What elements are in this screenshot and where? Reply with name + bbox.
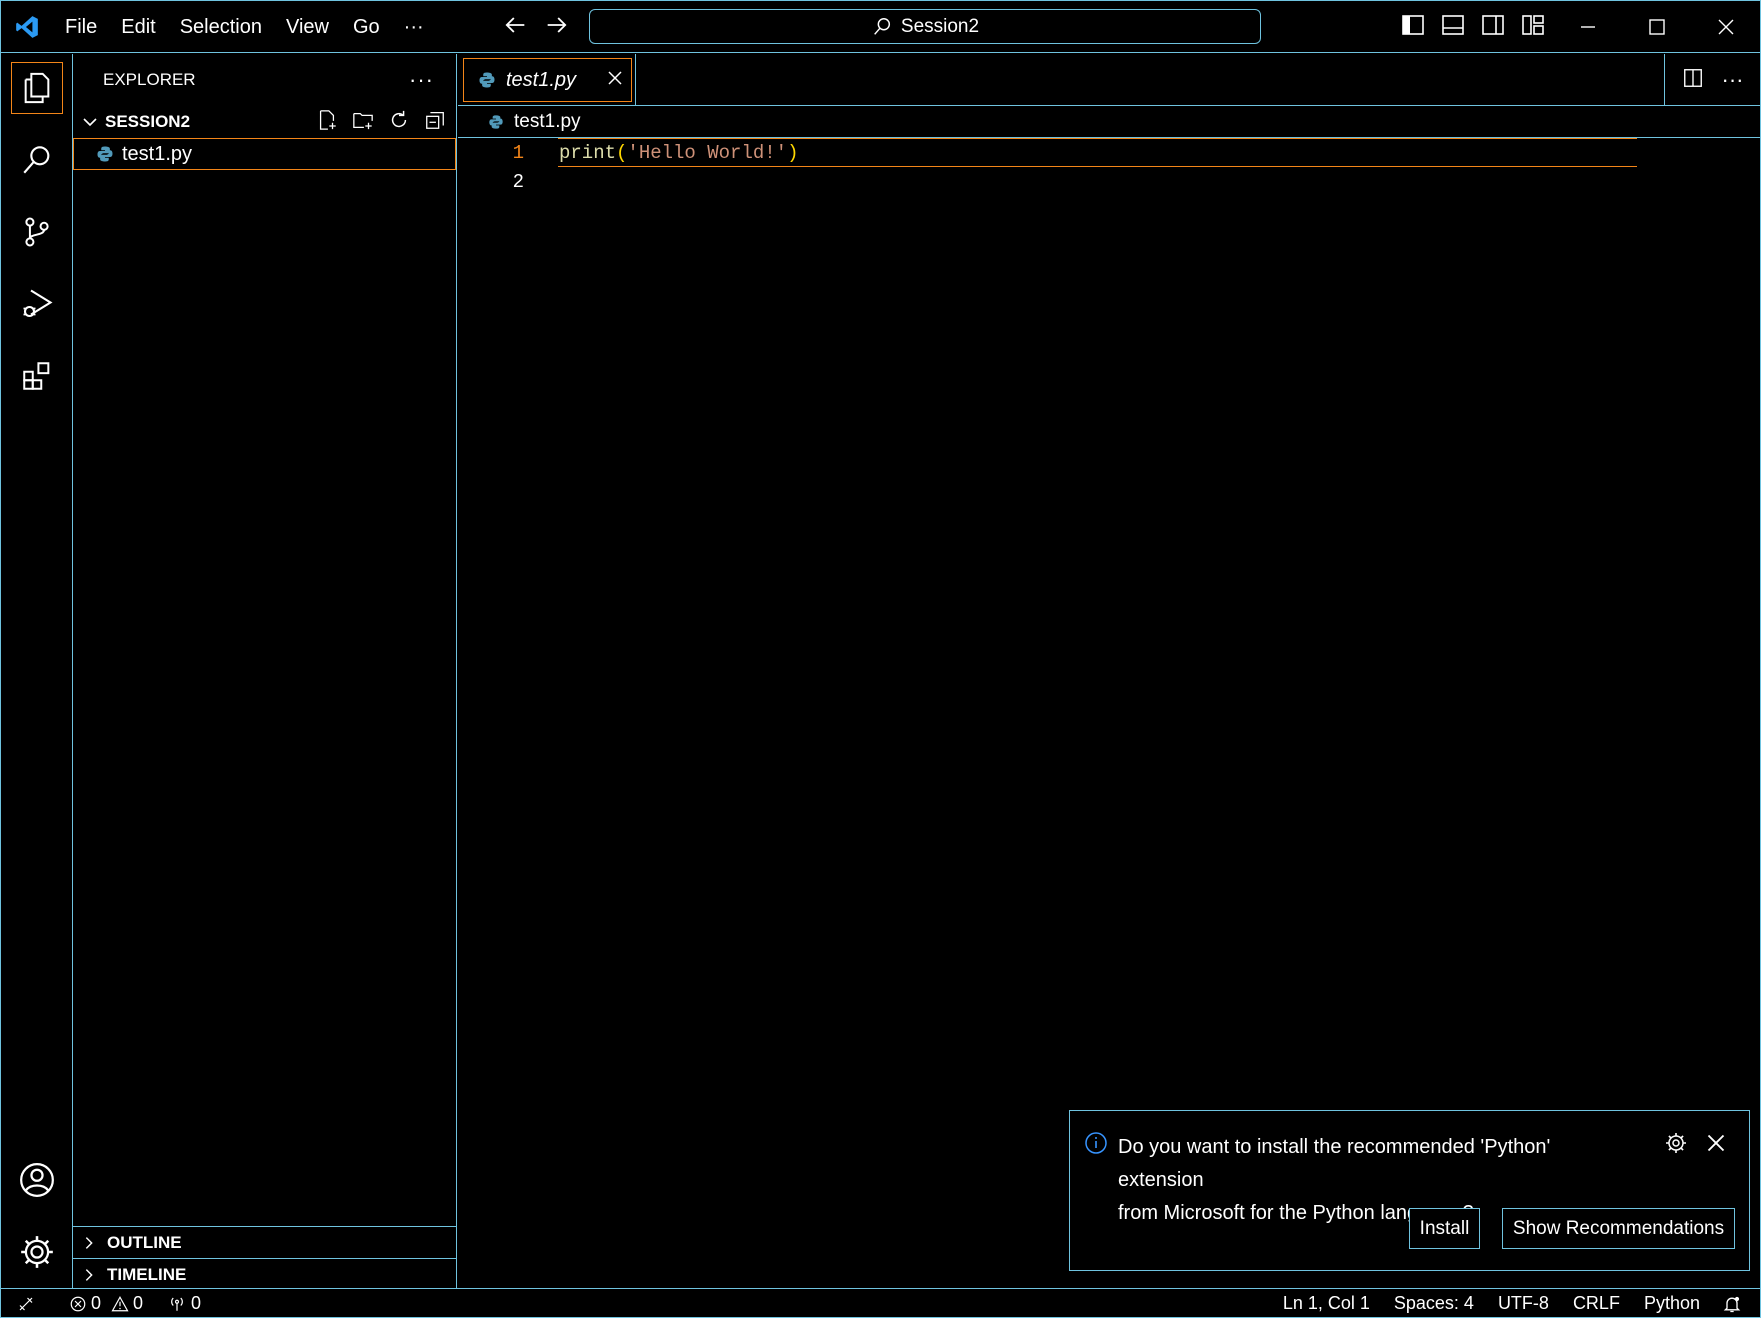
ports-count: 0 [191,1293,202,1313]
collapse-all-icon[interactable] [424,109,446,136]
install-button[interactable]: Install [1409,1208,1480,1249]
menu-go[interactable]: Go [341,1,392,53]
explorer-title: EXPLORER [103,70,196,89]
menu-bar: File Edit Selection View Go ··· [53,1,436,53]
close-window-icon[interactable] [1691,1,1760,53]
accounts-icon[interactable] [11,1154,63,1206]
status-bar: 0 0 0 Ln 1, Col 1 Spaces: 4 UTF-8 CRLF P… [1,1288,1760,1318]
manage-gear-icon[interactable] [11,1226,63,1278]
show-recommendations-button[interactable]: Show Recommendations [1502,1208,1735,1249]
window-controls [1553,1,1760,53]
menu-file[interactable]: File [53,1,109,53]
more-actions-icon[interactable]: ··· [409,67,434,93]
timeline-label: TIMELINE [107,1264,187,1284]
refresh-icon[interactable] [388,109,410,136]
notifications-bell-icon[interactable] [1712,1294,1760,1314]
python-file-icon [97,146,113,162]
editor-actions: ··· [1664,54,1760,106]
folder-name: SESSION2 [105,112,191,131]
explorer-icon[interactable] [11,62,63,114]
error-count: 0 [91,1293,102,1313]
notification-settings-gear-icon[interactable] [1664,1131,1688,1160]
nav-buttons [501,11,571,44]
chevron-right-icon [85,1236,93,1249]
menu-edit[interactable]: Edit [109,1,167,53]
line-number: 2 [512,170,524,193]
code-editor[interactable]: 1 print('Hello World!') 2 [458,138,1760,196]
info-icon [1084,1131,1108,1160]
outline-section[interactable]: OUTLINE [73,1226,456,1258]
search-text: Session2 [900,15,980,37]
command-center-search[interactable]: Session2 [589,9,1261,44]
extension-notification: Do you want to install the recommended '… [1069,1110,1750,1271]
title-bar: File Edit Selection View Go ··· Session2 [1,1,1760,53]
broadcast-icon [171,1297,183,1311]
editor-more-icon[interactable]: ··· [1722,67,1744,93]
timeline-section[interactable]: TIMELINE [73,1258,456,1290]
editor-tabs: test1.py ··· [458,54,1760,106]
remote-icon[interactable] [1,1295,45,1313]
breadcrumb-file[interactable]: test1.py [514,111,581,133]
language-mode[interactable]: Python [1632,1293,1712,1314]
folder-actions [316,109,456,136]
warning-icon [111,1295,129,1311]
activity-bar [1,54,73,1288]
menu-view[interactable]: View [274,1,341,53]
chevron-down-icon [83,118,97,127]
code-line[interactable]: 2 [458,167,1760,196]
outline-label: OUTLINE [107,1232,182,1252]
toggle-panel-icon[interactable] [1441,13,1465,42]
ports-status[interactable]: 0 [153,1293,211,1314]
folder-session2[interactable]: SESSION2 [73,106,456,138]
tab-test1-py[interactable]: test1.py [463,58,632,102]
encoding[interactable]: UTF-8 [1486,1293,1561,1314]
notification-line-1: Do you want to install the recommended '… [1118,1136,1551,1191]
source-control-icon[interactable] [11,206,63,258]
menu-more[interactable]: ··· [392,1,436,53]
maximize-icon[interactable] [1622,1,1691,53]
end-of-line[interactable]: CRLF [1561,1293,1632,1314]
file-item-test1-py[interactable]: test1.py [73,138,456,170]
editor-area: test1.py ··· test1.py 1 print('Hello Wor… [458,54,1760,1288]
back-arrow-icon[interactable] [501,11,529,44]
menu-selection[interactable]: Selection [168,1,274,53]
toggle-secondary-sidebar-icon[interactable] [1481,13,1505,42]
explorer-header: EXPLORER ··· [73,54,456,106]
explorer-sidebar: EXPLORER ··· SESSION2 test1.py OUTLINE T… [73,54,457,1288]
search-icon [874,17,890,35]
split-editor-icon[interactable] [1682,67,1704,94]
vscode-logo-icon [1,1,53,53]
customize-layout-icon[interactable] [1521,13,1545,42]
status-right: Ln 1, Col 1 Spaces: 4 UTF-8 CRLF Python [1271,1293,1760,1314]
new-folder-icon[interactable] [352,109,374,136]
forward-arrow-icon[interactable] [543,11,571,44]
file-name: test1.py [122,142,193,165]
line-number: 1 [512,141,524,164]
python-file-icon [489,114,503,129]
layout-controls [1401,13,1545,42]
toggle-primary-sidebar-icon[interactable] [1401,13,1425,42]
cursor-position[interactable]: Ln 1, Col 1 [1271,1293,1382,1314]
python-file-icon [479,72,495,88]
minimize-icon[interactable] [1553,1,1622,53]
breadcrumb: test1.py [458,106,1760,138]
search-view-icon[interactable] [11,134,63,186]
run-debug-icon[interactable] [11,278,63,330]
warning-count: 0 [133,1293,144,1313]
new-file-icon[interactable] [316,109,338,136]
error-icon [70,1296,86,1311]
chevron-right-icon [85,1268,93,1281]
close-tab-icon[interactable] [607,69,623,92]
vscode-window: File Edit Selection View Go ··· Session2 [0,0,1761,1318]
indentation[interactable]: Spaces: 4 [1382,1293,1486,1314]
tab-label: test1.py [506,68,577,91]
problems-status[interactable]: 0 0 [45,1293,153,1314]
tab-separator [635,54,636,106]
current-line-highlight [558,138,1637,167]
extensions-icon[interactable] [11,350,63,402]
notification-close-icon[interactable] [1706,1133,1726,1158]
